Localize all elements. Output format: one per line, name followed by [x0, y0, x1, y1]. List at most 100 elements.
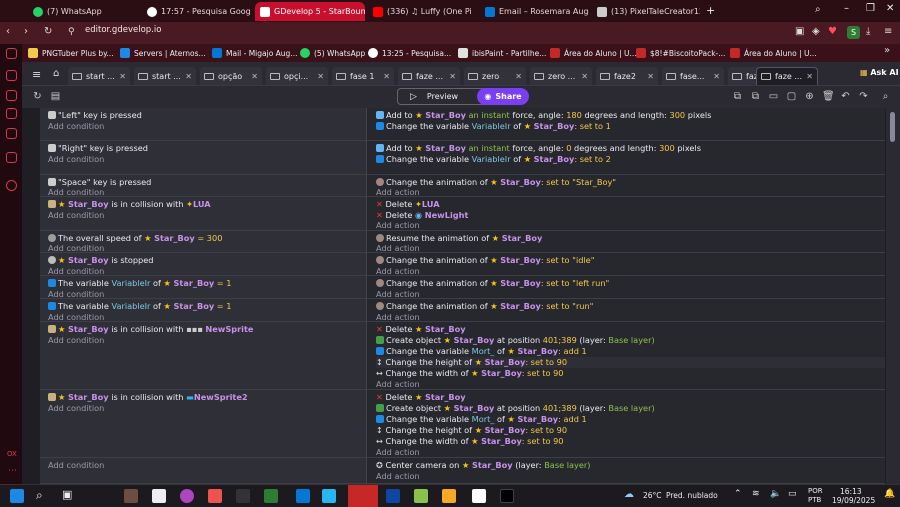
chevron-up-icon[interactable]: ⌃ [734, 489, 742, 499]
language-top[interactable]: POR [808, 487, 823, 495]
bookmarks-overflow-icon[interactable]: » [884, 45, 890, 56]
twitch-icon[interactable] [6, 152, 17, 163]
close-tab-icon[interactable]: ✕ [806, 72, 813, 81]
conditions-area[interactable]: ★ Star_Boy is in collision with ✦LUA Add… [40, 197, 367, 230]
sidebar-icon[interactable] [6, 128, 17, 139]
bookmark[interactable]: 13:25 - Pesquisa... [368, 46, 451, 60]
browser-tab[interactable]: (336) ♫ Luffy (One Pi [368, 2, 476, 21]
more-icon[interactable]: ⋯ [8, 466, 17, 476]
add-action-link[interactable]: Add action [376, 447, 420, 458]
site-info-icon[interactable]: ⚲ [68, 27, 75, 37]
minimize-icon[interactable]: – [844, 3, 849, 14]
conditions-area[interactable]: "Left" key is pressed Add condition [40, 108, 367, 140]
editor-tab[interactable]: opção ✕ [200, 67, 262, 85]
download-icon[interactable]: ⤓ [866, 26, 870, 37]
editor-tab[interactable]: fase 1 ✕ [332, 67, 394, 85]
close-tab-icon[interactable]: ✕ [317, 72, 324, 81]
app-icon[interactable] [236, 489, 250, 503]
camera-icon[interactable]: ▣ [795, 26, 804, 37]
add-condition-link[interactable]: Add condition [48, 154, 104, 165]
actions-area[interactable]: Add to ★ Star_Boy an instant force, angl… [368, 141, 885, 174]
add-condition-link[interactable]: Add condition [48, 210, 104, 221]
app-icon[interactable] [322, 489, 336, 503]
language-bottom[interactable]: PTB [808, 496, 821, 504]
back-icon[interactable]: ‹ [6, 26, 10, 37]
app-icon[interactable] [500, 489, 514, 503]
task-view-icon[interactable]: ▣ [62, 488, 72, 501]
outlook-icon[interactable] [296, 489, 310, 503]
action[interactable]: ↕ Change the height of ★ Star_Boy: set t… [376, 357, 885, 368]
editor-tab-active[interactable]: faze ... ✕ [756, 67, 818, 85]
share-button[interactable]: ◉ Share [477, 88, 529, 105]
add-condition-link[interactable]: Add condition [48, 121, 104, 132]
conditions-area[interactable]: ★ Star_Boy is in collision with ▬NewSpri… [40, 390, 367, 457]
condition[interactable]: ★ Star_Boy is in collision with ▪▪▪ NewS… [48, 324, 253, 335]
app-icon[interactable] [152, 489, 166, 503]
editor-tab[interactable]: start ... ✕ [134, 67, 196, 85]
comment-icon[interactable]: ▢ [786, 91, 797, 102]
app-icon[interactable] [264, 489, 278, 503]
editor-tab[interactable]: opçi... ✕ [266, 67, 328, 85]
close-tab-icon[interactable]: ✕ [515, 72, 522, 81]
action[interactable]: ✕ Delete ★ Star_Boy [376, 392, 466, 403]
add-condition-link[interactable]: Add condition [48, 403, 104, 414]
close-tab-icon[interactable]: ✕ [449, 72, 456, 81]
editor-tab[interactable]: fase... ✕ [662, 67, 724, 85]
add-comment-icon[interactable]: ▭ [768, 91, 779, 102]
browser-tab[interactable]: (13) PixelTaleCreator123 [592, 2, 700, 21]
close-tab-icon[interactable]: ✕ [713, 72, 720, 81]
event-row[interactable]: ★ Star_Boy is stopped Add condition Chan… [40, 253, 885, 276]
home-icon[interactable]: ⌂ [53, 68, 59, 79]
clock-date[interactable]: 19/09/2025 [832, 496, 875, 505]
event-row[interactable]: The overall speed of ★ Star_Boy = 300 Ad… [40, 231, 885, 253]
browser-tab[interactable]: Email – Rosemara August [480, 2, 588, 21]
app-icon[interactable] [180, 489, 194, 503]
new-tab-button[interactable]: + [706, 4, 715, 17]
bookmark[interactable]: $8!#BiscoitoPack-... [636, 46, 725, 60]
action[interactable]: Change the variable VariableIr of ★ Star… [376, 154, 611, 165]
browser-tab-active[interactable]: GDevelop 5 - StarBound [255, 2, 365, 21]
bookmark[interactable]: (5) WhatsApp [300, 46, 365, 60]
add-action-link[interactable]: Add action [376, 220, 420, 231]
volume-icon[interactable]: 🔈 [770, 489, 781, 499]
sidebar-icon[interactable] [6, 90, 17, 101]
bookmark[interactable]: ibisPaint - Partilhe... [458, 46, 546, 60]
close-tab-icon[interactable]: ✕ [251, 72, 258, 81]
delete-icon[interactable]: 🗑 [822, 91, 835, 102]
actions-area[interactable]: Change the animation of ★ Star_Boy: set … [368, 276, 885, 299]
notification-icon[interactable]: 🔔 [884, 489, 895, 499]
actions-area[interactable]: ✕ Delete ✦LUA ✕ Delete ◉ NewLight Add ac… [368, 197, 885, 230]
document-icon[interactable] [472, 489, 486, 503]
bookmark[interactable]: Servers | Aternos... [120, 46, 206, 60]
event-row[interactable]: The variable VariableIr of ★ Star_Boy = … [40, 299, 885, 322]
editor-tab[interactable]: faze2 ✕ [596, 67, 658, 85]
minecraft-icon[interactable] [124, 489, 138, 503]
address-field[interactable]: editor.gdevelop.io [85, 25, 161, 35]
menu-icon[interactable]: ≡ [884, 26, 892, 37]
close-tab-icon[interactable]: ✕ [185, 72, 192, 81]
bookmark[interactable]: Área do Aluno | U... [550, 46, 637, 60]
sidebar-icon[interactable] [6, 48, 17, 59]
editor-tab[interactable]: faze ... ✕ [398, 67, 460, 85]
conditions-area[interactable]: "Right" key is pressed Add condition [40, 141, 367, 174]
action[interactable]: Add to ★ Star_Boy an instant force, angl… [376, 143, 701, 154]
conditions-area[interactable]: The variable VariableIr of ★ Star_Boy = … [40, 276, 367, 299]
sidebar-icon[interactable] [6, 108, 17, 119]
add-action-link[interactable]: Add action [376, 471, 420, 482]
condition[interactable]: ★ Star_Boy is in collision with ▬NewSpri… [48, 392, 248, 403]
weather-desc[interactable]: Pred. nublado [666, 491, 718, 500]
close-tab-icon[interactable]: ✕ [581, 72, 588, 81]
event-row[interactable]: ★ Star_Boy is in collision with ▬NewSpri… [40, 390, 885, 458]
add-icon[interactable]: ⊕ [804, 91, 815, 102]
actions-area[interactable]: Add to ★ Star_Boy an instant force, angl… [368, 108, 885, 140]
undo-icon[interactable]: ↶ [840, 91, 851, 102]
maximize-icon[interactable]: ❐ [866, 3, 875, 14]
search-tabs-icon[interactable]: ⌕ [815, 4, 821, 15]
editor-tab[interactable]: start ... ✕ [68, 67, 130, 85]
save-icon[interactable]: ▤ [50, 91, 61, 102]
sidebar-icon[interactable] [6, 70, 17, 81]
history-icon[interactable] [6, 180, 17, 191]
vertical-scrollbar[interactable] [886, 108, 900, 484]
add-subevent-icon[interactable]: ⧉ [750, 91, 761, 102]
brave-icon[interactable] [208, 489, 222, 503]
